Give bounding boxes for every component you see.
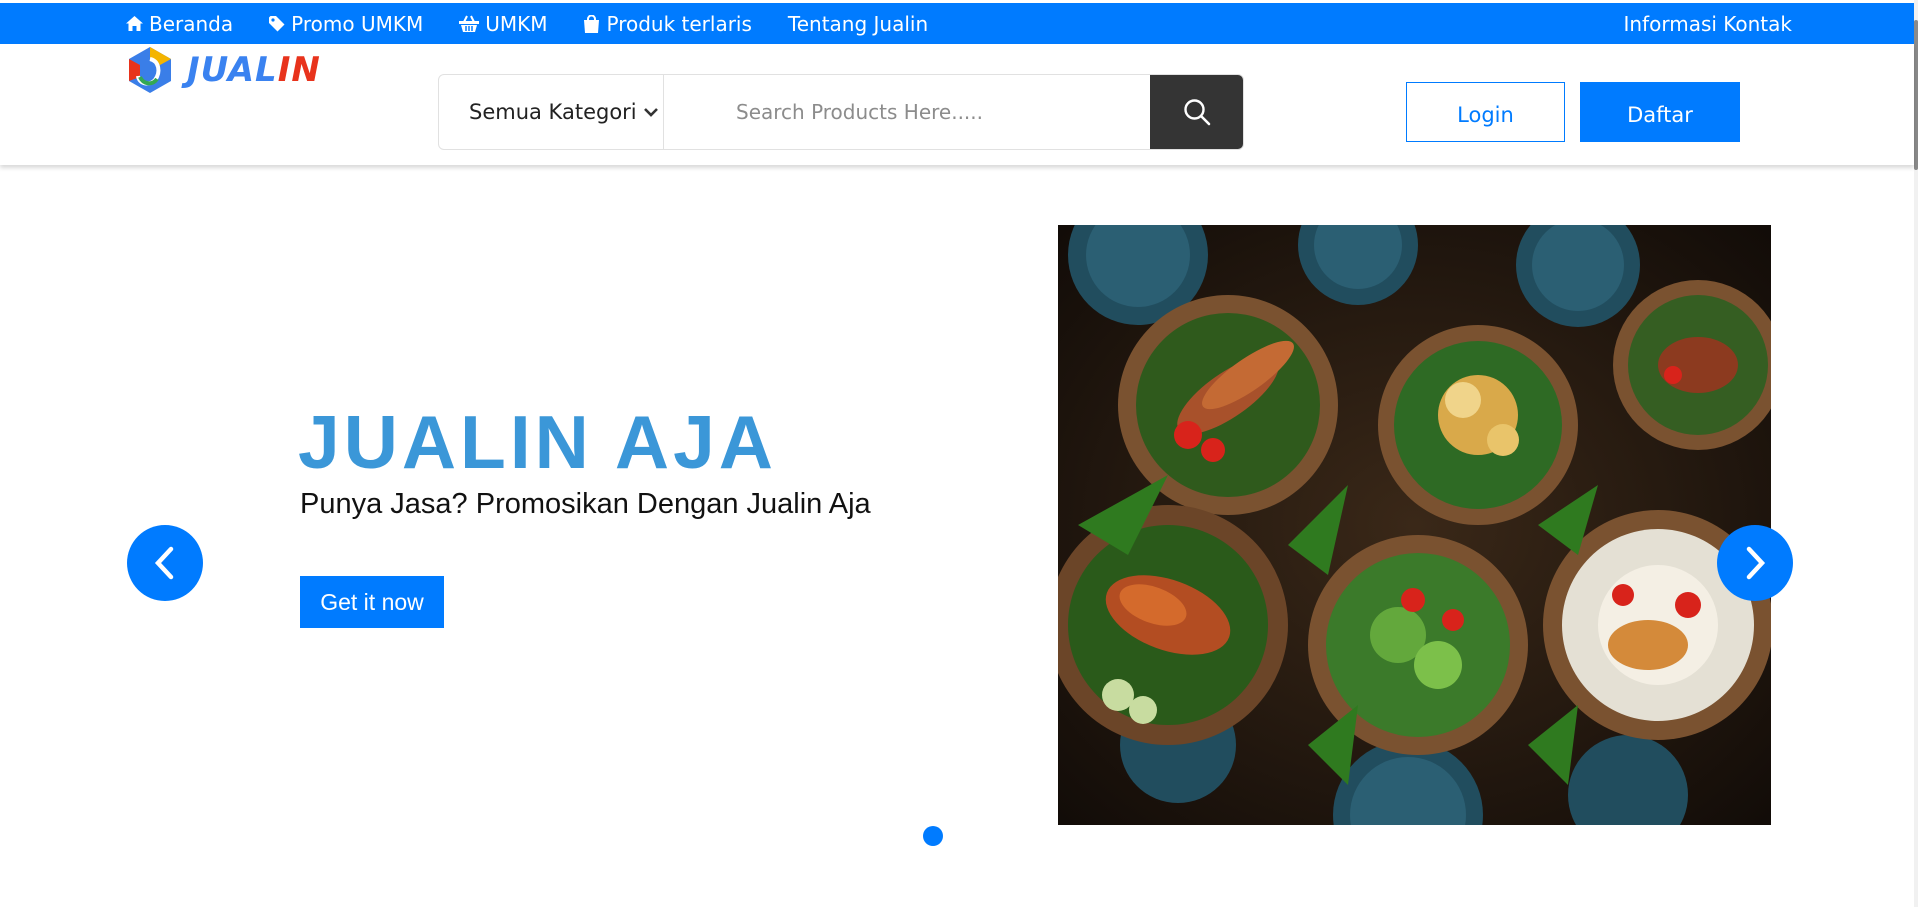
food-platter-illustration bbox=[1058, 225, 1771, 825]
category-dropdown-label: Semua Kategori bbox=[469, 100, 637, 124]
home-icon bbox=[126, 16, 143, 31]
nav-link-umkm[interactable]: UMKM bbox=[459, 12, 547, 36]
login-button[interactable]: Login bbox=[1406, 82, 1565, 142]
top-nav-links: Beranda Promo UMKM UMKM Produk terlaris … bbox=[126, 3, 964, 44]
chevron-down-icon bbox=[643, 108, 658, 117]
search-button[interactable] bbox=[1150, 75, 1243, 149]
hero-subtitle: Punya Jasa? Promosikan Dengan Jualin Aja bbox=[300, 488, 871, 520]
logo-text-jual: JUAL bbox=[187, 50, 278, 90]
scrollbar-thumb[interactable] bbox=[1914, 20, 1918, 170]
chevron-right-icon bbox=[1746, 546, 1766, 580]
basket-icon bbox=[459, 15, 480, 32]
nav-label-promo-umkm: Promo UMKM bbox=[291, 11, 424, 36]
register-button[interactable]: Daftar bbox=[1580, 82, 1740, 142]
nav-label-beranda: Beranda bbox=[149, 11, 234, 36]
nav-label-produk-terlaris: Produk terlaris bbox=[606, 11, 752, 36]
tag-icon bbox=[269, 15, 285, 31]
category-dropdown[interactable]: Semua Kategori bbox=[439, 75, 664, 149]
nav-link-beranda[interactable]: Beranda bbox=[126, 12, 233, 36]
jualin-logo-text: JUALIN bbox=[187, 50, 321, 90]
carousel-indicator-dot[interactable] bbox=[923, 826, 943, 846]
nav-link-produk-terlaris[interactable]: Produk terlaris bbox=[583, 11, 752, 36]
nav-label-umkm: UMKM bbox=[485, 11, 548, 36]
nav-link-informasi-kontak[interactable]: Informasi Kontak bbox=[1623, 3, 1792, 44]
search-input[interactable] bbox=[664, 75, 1150, 149]
hero-title: JUALIN AJA bbox=[298, 400, 777, 484]
nav-label-tentang-jualin: Tentang Jualin bbox=[787, 11, 929, 36]
top-navbar: Beranda Promo UMKM UMKM Produk terlaris … bbox=[0, 3, 1914, 44]
nav-link-promo-umkm[interactable]: Promo UMKM bbox=[269, 12, 423, 36]
hero-slide-image bbox=[1058, 225, 1771, 825]
carousel-next-button[interactable] bbox=[1717, 525, 1793, 601]
logo-text-in: IN bbox=[277, 50, 321, 90]
chevron-left-icon bbox=[154, 546, 174, 580]
shopping-bag-icon bbox=[584, 14, 600, 33]
search-bar: Semua Kategori bbox=[438, 74, 1244, 150]
jualin-logo-icon bbox=[129, 47, 171, 93]
nav-link-tentang-jualin[interactable]: Tentang Jualin bbox=[788, 12, 928, 36]
get-it-now-button[interactable]: Get it now bbox=[300, 576, 444, 628]
search-icon bbox=[1183, 99, 1210, 126]
carousel-prev-button[interactable] bbox=[127, 525, 203, 601]
jualin-logo[interactable]: JUALIN bbox=[127, 46, 321, 94]
